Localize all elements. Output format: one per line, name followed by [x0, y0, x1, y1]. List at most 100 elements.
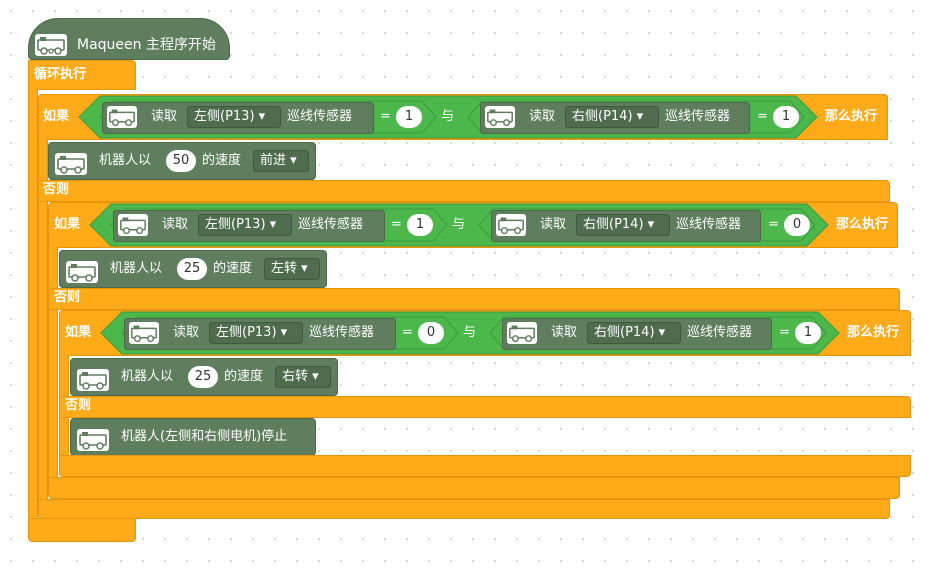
stop-label: 机器人(左侧和右侧电机)停止	[121, 429, 288, 444]
sensor-label: 巡线传感器	[287, 109, 353, 124]
read-label: 读取	[529, 109, 556, 124]
read-label: 读取	[551, 325, 578, 340]
sensor-label: 巡线传感器	[687, 325, 753, 340]
robot-icon	[55, 153, 87, 175]
speed-suffix: 的速度	[213, 261, 253, 276]
direction-dropdown[interactable]: 右转 ▾	[275, 366, 331, 388]
equals-sign: =	[380, 109, 391, 124]
then-label: 那么执行	[836, 217, 889, 232]
if-block-1-bottom	[38, 499, 890, 519]
equals-sign: =	[768, 217, 779, 232]
dropdown-arrow-icon: ▾	[636, 109, 644, 124]
direction-dropdown[interactable]: 左转 ▾	[264, 258, 320, 280]
robot-icon	[77, 369, 109, 391]
move-block-2[interactable]: 机器人以 25 的速度 左转 ▾	[59, 250, 327, 288]
equals-sign: =	[391, 217, 402, 232]
value-pill-1-left[interactable]: 1	[396, 106, 422, 128]
if-block-3-bottom	[59, 455, 911, 477]
sensor-label: 巡线传感器	[665, 109, 731, 124]
value-pill-2-right[interactable]: 0	[784, 214, 810, 236]
dropdown-arrow-icon: ▾	[312, 369, 319, 384]
else-bar-1	[38, 180, 890, 202]
robot-icon	[507, 322, 537, 344]
if-label-2: 如果	[54, 217, 81, 232]
dropdown-arrow-icon: ▾	[280, 325, 288, 340]
equals-sign: =	[779, 325, 790, 340]
direction-value: 右转	[282, 369, 309, 384]
port-dropdown-right[interactable]: 右侧(P14) ▾	[587, 322, 681, 344]
robot-icon	[35, 34, 67, 56]
port-value: 右侧(P14)	[583, 217, 644, 232]
robot-icon	[77, 429, 109, 451]
port-dropdown-left[interactable]: 左侧(P13) ▾	[198, 214, 292, 236]
robot-icon	[496, 214, 526, 236]
loop-block-bottom	[28, 518, 136, 542]
read-label: 读取	[540, 217, 567, 232]
equals-sign: =	[402, 325, 413, 340]
direction-dropdown[interactable]: 前进 ▾	[253, 150, 309, 172]
port-value: 右侧(P14)	[572, 109, 633, 124]
value-pill-1-right[interactable]: 1	[773, 106, 799, 128]
port-value: 左侧(P13)	[205, 217, 266, 232]
speed-pill[interactable]: 50	[166, 150, 196, 172]
speed-prefix: 机器人以	[121, 369, 174, 384]
direction-value: 左转	[271, 261, 298, 276]
port-value: 右侧(P14)	[594, 325, 655, 340]
value-pill-3-right[interactable]: 1	[795, 322, 821, 344]
else-label-2: 否则	[54, 290, 81, 305]
if-label-3: 如果	[65, 325, 92, 340]
if-block-2-left-arm	[48, 247, 58, 487]
read-sensor-block-3-left[interactable]: 读取 左侧(P13) ▾ 巡线传感器	[124, 318, 396, 350]
port-dropdown-left[interactable]: 左侧(P13) ▾	[187, 106, 281, 128]
port-dropdown-right[interactable]: 右侧(P14) ▾	[565, 106, 659, 128]
and-label: 与	[463, 325, 477, 340]
dropdown-arrow-icon: ▾	[647, 217, 655, 232]
read-sensor-block-1-left[interactable]: 读取 左侧(P13) ▾ 巡线传感器	[102, 102, 374, 134]
and-label: 与	[441, 109, 455, 124]
equals-sign: =	[757, 109, 768, 124]
dropdown-arrow-icon: ▾	[301, 261, 308, 276]
read-label: 读取	[151, 109, 178, 124]
robot-icon	[66, 261, 98, 283]
read-sensor-block-1-right[interactable]: 读取 右侧(P14) ▾ 巡线传感器	[480, 102, 750, 134]
speed-pill[interactable]: 25	[177, 258, 207, 280]
then-label: 那么执行	[847, 325, 900, 340]
port-dropdown-left[interactable]: 左侧(P13) ▾	[209, 322, 303, 344]
port-dropdown-right[interactable]: 右侧(P14) ▾	[576, 214, 670, 236]
read-label: 读取	[173, 325, 200, 340]
sensor-label: 巡线传感器	[298, 217, 364, 232]
speed-suffix: 的速度	[202, 153, 242, 168]
loop-label: 循环执行	[34, 67, 87, 82]
value-pill-3-left[interactable]: 0	[418, 322, 444, 344]
speed-prefix: 机器人以	[110, 261, 163, 276]
value-pill-2-left[interactable]: 1	[407, 214, 433, 236]
else-bar-2	[48, 288, 900, 310]
port-value: 左侧(P13)	[216, 325, 277, 340]
main-program-hat-block[interactable]: Maqueen 主程序开始	[28, 18, 230, 60]
then-label: 那么执行	[825, 109, 878, 124]
read-sensor-block-2-right[interactable]: 读取 右侧(P14) ▾ 巡线传感器	[491, 210, 761, 242]
else-label-1: 否则	[43, 182, 70, 197]
sensor-label: 巡线传感器	[309, 325, 375, 340]
stop-block[interactable]: 机器人(左侧和右侧电机)停止	[70, 418, 316, 456]
read-sensor-block-3-right[interactable]: 读取 右侧(P14) ▾ 巡线传感器	[502, 318, 772, 350]
dropdown-arrow-icon: ▾	[290, 153, 297, 168]
dropdown-arrow-icon: ▾	[658, 325, 666, 340]
read-sensor-block-2-left[interactable]: 读取 左侧(P13) ▾ 巡线传感器	[113, 210, 385, 242]
robot-icon	[485, 106, 515, 128]
read-label: 读取	[162, 217, 189, 232]
move-block-1[interactable]: 机器人以 50 的速度 前进 ▾	[48, 142, 316, 180]
else-bar-3	[59, 396, 911, 418]
robot-icon	[118, 214, 148, 236]
speed-pill[interactable]: 25	[188, 366, 218, 388]
else-label-3: 否则	[65, 398, 92, 413]
dropdown-arrow-icon: ▾	[269, 217, 277, 232]
port-value: 左侧(P13)	[194, 109, 255, 124]
direction-value: 前进	[260, 153, 287, 168]
hat-label: Maqueen 主程序开始	[77, 37, 216, 53]
move-block-3[interactable]: 机器人以 25 的速度 右转 ▾	[70, 358, 338, 396]
sensor-label: 巡线传感器	[676, 217, 742, 232]
if-block-2-bottom	[48, 477, 900, 499]
and-label: 与	[452, 217, 466, 232]
robot-icon	[129, 322, 159, 344]
